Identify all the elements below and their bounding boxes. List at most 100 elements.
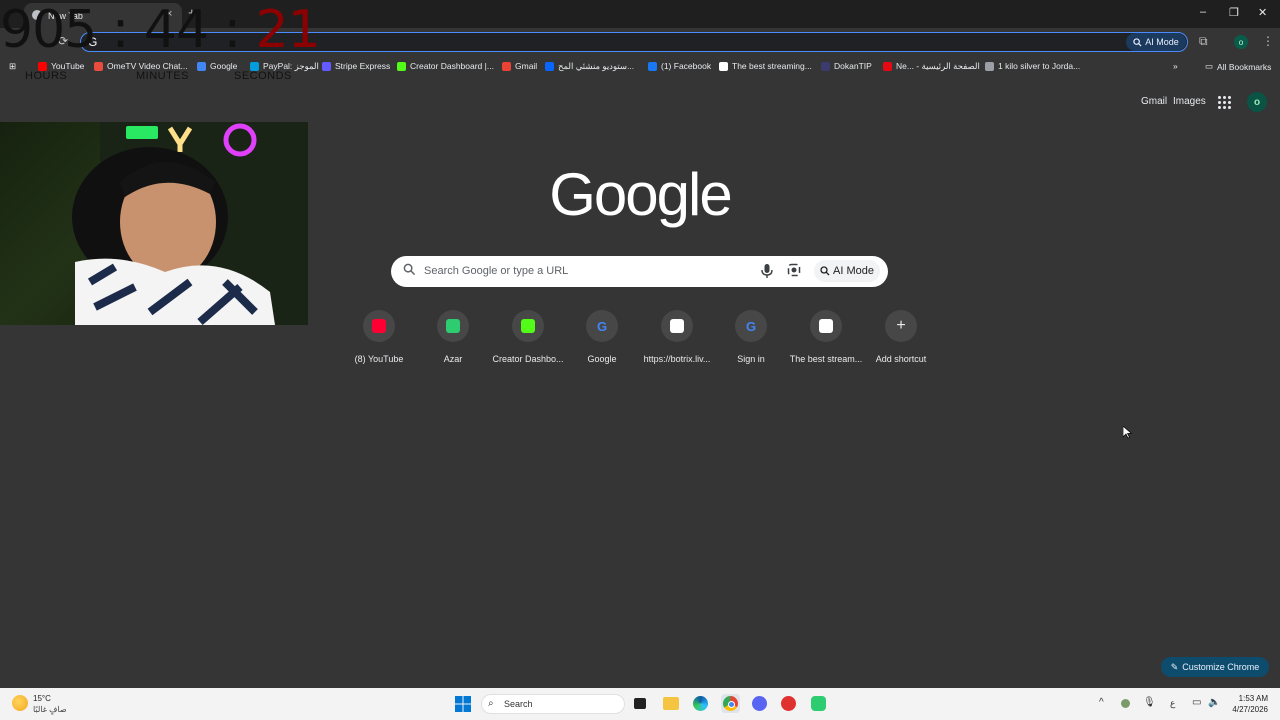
timer-seconds: 21 [255, 0, 321, 60]
timer-minutes: 44 [143, 0, 209, 60]
weather-icon[interactable] [12, 695, 28, 711]
shortcut-tile[interactable]: Azar [416, 310, 490, 364]
bookmark-label: ستوديو منشئي المح... [558, 61, 635, 71]
google-lens-icon[interactable] [787, 263, 801, 277]
bookmark-label: DokanTIP [834, 61, 872, 71]
bookmark-favicon-icon [397, 61, 406, 71]
pencil-icon: ✎ [1170, 661, 1179, 672]
bookmark-label: Gmail [515, 61, 538, 71]
botrix-icon [661, 310, 693, 342]
all-bookmarks-button[interactable]: ▭ All Bookmarks [1205, 61, 1271, 72]
bookmark-label: Creator Dashboard |... [410, 61, 494, 71]
taskbar-search[interactable]: ⌕ Search [481, 694, 625, 714]
tray-app-icon[interactable] [1121, 699, 1130, 708]
maximize-button[interactable]: ❐ [1229, 6, 1239, 19]
task-view-icon[interactable] [634, 698, 646, 709]
edge-icon[interactable] [693, 696, 708, 711]
shortcut-tile[interactable]: Creator Dashbo... [491, 310, 565, 364]
ai-search-icon [820, 266, 830, 276]
timer-label-minutes: MINUTES [136, 70, 189, 82]
system-clock[interactable]: 1:53 AM 4/27/2026 [1224, 693, 1268, 715]
microphone-icon[interactable] [760, 263, 774, 279]
file-explorer-icon[interactable] [663, 697, 679, 710]
weather-temp[interactable]: 15°C [33, 694, 51, 703]
botrix-icon [810, 310, 842, 342]
google-icon: G [586, 310, 618, 342]
customize-chrome-button[interactable]: ✎ Customize Chrome [1161, 657, 1269, 677]
shortcut-tile[interactable]: (8) YouTube [342, 310, 416, 364]
input-language[interactable]: ع [1170, 698, 1175, 709]
bookmark-item[interactable]: DokanTIP [821, 61, 872, 71]
shortcut-tile[interactable]: https://botrix.liv... [640, 310, 714, 364]
timer-label-seconds: SECONDS [234, 70, 292, 82]
close-window-button[interactable]: ✕ [1258, 6, 1267, 19]
images-link[interactable]: Images [1173, 96, 1206, 107]
ai-mode-label: AI Mode [833, 265, 874, 277]
bookmark-favicon-icon [648, 61, 657, 71]
bookmark-favicon-icon [545, 62, 554, 71]
shortcut-label: (8) YouTube [354, 354, 404, 364]
shortcut-label: Creator Dashbo... [492, 354, 564, 364]
chrome-icon-center [728, 701, 735, 708]
bookmark-item[interactable]: Ne... - الصفحة الرئيسية [883, 61, 980, 72]
shortcut-tile[interactable]: G Sign in [714, 310, 788, 364]
timer-separator: : [223, 0, 242, 60]
omnibox-ai-mode-button[interactable]: AI Mode [1126, 33, 1186, 51]
youtube-icon [363, 310, 395, 342]
shortcut-label: Add shortcut [875, 354, 927, 364]
bookmark-item[interactable]: 1 kilo silver to Jorda... [985, 61, 1080, 71]
plus-icon: + [885, 310, 917, 342]
clock-time: 1:53 AM [1238, 694, 1268, 703]
shortcut-tile[interactable]: + Add shortcut [864, 310, 938, 364]
volume-icon[interactable]: 🔈 [1208, 697, 1220, 708]
bookmark-label: The best streaming... [732, 61, 812, 71]
extensions-icon[interactable]: ⧉ [1199, 34, 1208, 49]
bookmark-item[interactable]: Creator Dashboard |... [397, 61, 494, 71]
bookmark-favicon-icon [719, 61, 728, 71]
shortcut-tile[interactable]: The best stream... [789, 310, 863, 364]
profile-button[interactable]: o [1234, 35, 1248, 49]
stream-timer: 905 : 44 : 21 [0, 0, 321, 60]
bookmark-label: (1) Facebook [661, 61, 712, 71]
google-apps-icon[interactable] [1218, 96, 1232, 110]
bookmark-item[interactable]: Stripe Express [322, 61, 390, 71]
ai-search-icon [1133, 37, 1142, 47]
apps-grid-icon[interactable]: ⊞ [9, 61, 16, 72]
customize-chrome-label: Customize Chrome [1182, 662, 1260, 672]
tray-chevron-icon[interactable]: ^ [1099, 697, 1104, 708]
gmail-link[interactable]: Gmail [1141, 96, 1167, 107]
bookmark-item[interactable]: ستوديو منشئي المح... [545, 61, 634, 72]
folder-icon: ▭ [1205, 61, 1214, 71]
menu-icon[interactable]: ⋮ [1262, 34, 1274, 48]
google-logo: Google [549, 161, 732, 228]
bookmark-item[interactable]: (1) Facebook [648, 61, 711, 71]
shortcut-label: The best stream... [789, 354, 863, 364]
discord-icon[interactable] [752, 696, 767, 711]
bookmark-item[interactable]: Gmail [502, 61, 537, 71]
bookmarks-bar: ⊞ YouTube OmeTV Video Chat... Google PayPal… [0, 58, 1280, 76]
weather-desc[interactable]: صافٍ غالبًا [33, 705, 67, 714]
kick-icon [512, 310, 544, 342]
bookmark-item[interactable]: Google [197, 61, 237, 71]
app-red-icon[interactable] [781, 696, 796, 711]
app-green-icon[interactable] [811, 696, 826, 711]
shortcut-tile[interactable]: G Google [565, 310, 639, 364]
bookmark-favicon-icon [985, 61, 994, 71]
network-icon[interactable]: ▭ [1192, 697, 1201, 708]
account-avatar[interactable]: o [1247, 92, 1267, 112]
timer-separator: : [111, 0, 130, 60]
bookmark-favicon-icon [502, 61, 511, 71]
search-input[interactable] [424, 265, 744, 277]
shortcut-label: https://botrix.liv... [643, 354, 711, 364]
clock-date: 4/27/2026 [1232, 705, 1268, 714]
shortcut-label: Sign in [737, 354, 765, 364]
search-icon [403, 263, 416, 276]
minimize-button[interactable]: – [1200, 6, 1206, 18]
microphone-tray-icon[interactable]: 🎙 [1143, 697, 1156, 708]
bookmark-item[interactable]: The best streaming... [719, 61, 812, 71]
bookmark-favicon-icon [883, 62, 892, 71]
shortcut-label: Azar [443, 354, 463, 364]
more-bookmarks-button[interactable]: » [1173, 61, 1178, 71]
ai-mode-button[interactable]: AI Mode [814, 260, 880, 282]
windows-start-icon[interactable] [455, 696, 471, 712]
